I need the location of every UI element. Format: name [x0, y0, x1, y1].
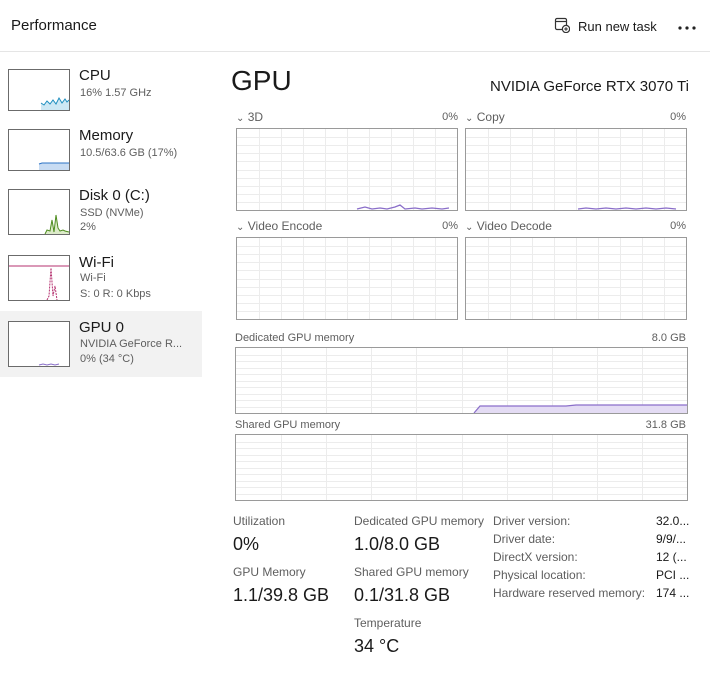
sidebar-item-label: GPU 0: [79, 319, 125, 336]
sidebar-item-memory[interactable]: Memory 10.5/63.6 GB (17%): [0, 123, 202, 187]
gpu-memory-value: 1.1/39.8 GB: [233, 585, 330, 605]
sidebar-item-detail: SSD (NVMe): [80, 207, 144, 219]
chevron-down-icon: ⌄: [465, 222, 474, 233]
sidebar-item-wifi[interactable]: Wi-Fi Wi-Fi S: 0 R: 0 Kbps: [0, 250, 202, 314]
run-new-task-label: Run new task: [578, 18, 657, 34]
sidebar-item-detail: 2%: [80, 221, 96, 233]
driver-version-value: 32.0...: [656, 514, 690, 528]
shared-memory-max: 31.8 GB: [645, 419, 686, 431]
more-options-button[interactable]: [672, 12, 702, 40]
sidebar-item-label: Wi-Fi: [79, 254, 114, 271]
engine-selector-video-decode[interactable]: ⌄ Video Decode: [465, 219, 552, 233]
sidebar-item-label: CPU: [79, 67, 111, 84]
chevron-down-icon: ⌄: [236, 222, 245, 233]
utilization-label: Utilization: [233, 514, 286, 528]
sidebar-item-detail: 10.5/63.6 GB (17%): [80, 147, 178, 159]
disk-mini-graph: [8, 189, 70, 235]
sidebar-item-detail: 0% (34 °C): [80, 353, 134, 365]
engine-percent: 0%: [442, 111, 458, 123]
sidebar-item-detail: NVIDIA GeForce R...: [80, 338, 183, 350]
dedicated-memory-value: 1.0/8.0 GB: [354, 534, 441, 554]
shared-memory-graph: [235, 434, 688, 501]
shared-memory-graph-label: Shared GPU memory: [235, 419, 341, 431]
graph-grid: [237, 129, 457, 210]
engine-percent: 0%: [670, 111, 686, 123]
engine-graph-svg: [466, 238, 686, 319]
engine-label: Video Encode: [247, 219, 323, 233]
run-new-task-button[interactable]: Run new task: [548, 12, 663, 40]
gpu-memory-label: GPU Memory: [233, 565, 306, 579]
physical-location-label: Physical location:: [493, 568, 586, 582]
sidebar-item-gpu[interactable]: GPU 0 NVIDIA GeForce R... 0% (34 °C): [0, 311, 202, 377]
dedicated-memory-max: 8.0 GB: [651, 332, 686, 344]
shared-memory-label: Shared GPU memory: [354, 565, 469, 579]
engine-label: 3D: [247, 110, 264, 124]
engine-selector-video-encode[interactable]: ⌄ Video Encode: [236, 219, 322, 233]
hardware-reserved-label: Hardware reserved memory:: [493, 586, 646, 600]
shared-memory-value: 0.1/31.8 GB: [354, 585, 451, 605]
chevron-down-icon: ⌄: [236, 113, 245, 124]
hardware-reserved-value: 174 ...: [656, 586, 690, 600]
directx-version-label: DirectX version:: [493, 550, 578, 564]
physical-location-value: PCI ...: [656, 568, 690, 582]
run-task-icon: [554, 17, 571, 36]
sidebar-item-detail: Wi-Fi: [80, 272, 106, 284]
memory-mini-graph: [8, 129, 70, 171]
graph-grid: [236, 435, 687, 500]
more-dots-icon: [678, 17, 696, 35]
engine-graph-3d: [236, 128, 458, 211]
engine-label: Video Decode: [476, 219, 552, 233]
dedicated-memory-graph-label: Dedicated GPU memory: [235, 332, 355, 344]
engine-graph-svg: [237, 238, 457, 319]
graph-grid: [466, 129, 686, 210]
memory-graph-svg: [236, 348, 687, 413]
dedicated-memory-graph: [235, 347, 688, 414]
engine-selector-3d[interactable]: ⌄ 3D: [236, 110, 263, 124]
sidebar-item-detail: S: 0 R: 0 Kbps: [80, 288, 151, 300]
gpu-heading: GPU: [231, 65, 292, 96]
engine-percent: 0%: [442, 220, 458, 232]
header-bar: Performance Run new task: [0, 0, 710, 52]
driver-date-value: 9/9/...: [656, 532, 687, 546]
utilization-value: 0%: [233, 534, 260, 554]
temperature-label: Temperature: [354, 616, 422, 630]
page-title: Performance: [11, 17, 97, 34]
gpu-model-name: NVIDIA GeForce RTX 3070 Ti: [490, 78, 689, 95]
sidebar-item-disk[interactable]: Disk 0 (C:) SSD (NVMe) 2%: [0, 183, 202, 247]
chevron-down-icon: ⌄: [465, 113, 474, 124]
graph-grid: [237, 238, 457, 319]
memory-graph-svg: [236, 435, 687, 500]
temperature-value: 34 °C: [354, 636, 400, 656]
sidebar-item-label: Disk 0 (C:): [79, 187, 150, 204]
sidebar-item-label: Memory: [79, 127, 134, 144]
engine-label: Copy: [476, 110, 505, 124]
dedicated-memory-label: Dedicated GPU memory: [354, 514, 485, 528]
engine-percent: 0%: [670, 220, 686, 232]
engine-graph-video-encode: [236, 237, 458, 320]
engine-selector-copy[interactable]: ⌄ Copy: [465, 110, 505, 124]
graph-grid: [466, 238, 686, 319]
graph-grid: [236, 348, 687, 413]
engine-graph-copy: [465, 128, 687, 211]
driver-version-label: Driver version:: [493, 514, 571, 528]
sidebar-item-cpu[interactable]: CPU 16% 1.57 GHz: [0, 63, 202, 127]
engine-graph-video-decode: [465, 237, 687, 320]
engine-graph-svg: [466, 129, 686, 210]
directx-version-value: 12 (...: [656, 550, 687, 564]
engine-graph-svg: [237, 129, 457, 210]
gpu-mini-graph: [8, 321, 70, 367]
cpu-mini-graph: [8, 69, 70, 111]
wifi-mini-graph: [8, 255, 70, 301]
sidebar-item-detail: 16% 1.57 GHz: [80, 87, 152, 99]
driver-date-label: Driver date:: [493, 532, 556, 546]
